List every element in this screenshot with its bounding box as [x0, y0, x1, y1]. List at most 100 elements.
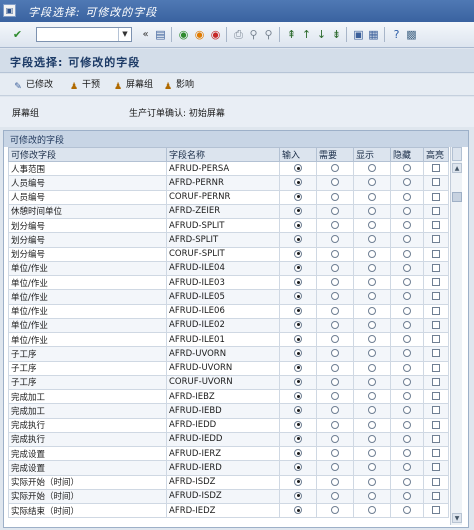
- column-header-field-label[interactable]: 可修改字段: [8, 147, 167, 162]
- input-radio[interactable]: [294, 178, 302, 187]
- hide-radio[interactable]: [403, 434, 411, 443]
- display-radio[interactable]: [368, 278, 376, 287]
- input-radio[interactable]: [294, 420, 302, 429]
- hide-radio[interactable]: [403, 477, 411, 486]
- required-radio[interactable]: [331, 349, 339, 358]
- required-radio[interactable]: [331, 221, 339, 230]
- required-radio[interactable]: [331, 235, 339, 244]
- input-radio[interactable]: [294, 292, 302, 301]
- highlight-checkbox[interactable]: [432, 235, 440, 244]
- required-radio[interactable]: [331, 406, 339, 415]
- hide-radio[interactable]: [403, 335, 411, 344]
- required-radio[interactable]: [331, 278, 339, 287]
- hide-radio[interactable]: [403, 491, 411, 500]
- enter-check-icon[interactable]: ✔: [10, 27, 25, 42]
- highlight-checkbox[interactable]: [432, 263, 440, 272]
- hide-radio[interactable]: [403, 392, 411, 401]
- customize-layout-icon[interactable]: ▩: [404, 27, 419, 42]
- highlight-checkbox[interactable]: [432, 463, 440, 472]
- display-radio[interactable]: [368, 477, 376, 486]
- create-shortcut-icon[interactable]: ▦: [366, 27, 381, 42]
- highlight-checkbox[interactable]: [432, 178, 440, 187]
- input-radio[interactable]: [294, 506, 302, 515]
- find-icon[interactable]: ⚲: [246, 27, 261, 42]
- hide-radio[interactable]: [403, 249, 411, 258]
- input-radio[interactable]: [294, 306, 302, 315]
- input-radio[interactable]: [294, 406, 302, 415]
- input-radio[interactable]: [294, 477, 302, 486]
- display-radio[interactable]: [368, 306, 376, 315]
- hide-radio[interactable]: [403, 164, 411, 173]
- display-radio[interactable]: [368, 392, 376, 401]
- modified-button[interactable]: ✎ 已修改: [12, 78, 53, 93]
- previous-page-icon[interactable]: ↑: [299, 27, 314, 42]
- hide-radio[interactable]: [403, 221, 411, 230]
- input-radio[interactable]: [294, 164, 302, 173]
- hide-radio[interactable]: [403, 235, 411, 244]
- input-radio[interactable]: [294, 221, 302, 230]
- display-radio[interactable]: [368, 192, 376, 201]
- required-radio[interactable]: [331, 178, 339, 187]
- vertical-scrollbar[interactable]: ▲ ▼: [450, 147, 462, 525]
- input-radio[interactable]: [294, 363, 302, 372]
- input-radio[interactable]: [294, 335, 302, 344]
- display-radio[interactable]: [368, 249, 376, 258]
- required-radio[interactable]: [331, 249, 339, 258]
- highlight-checkbox[interactable]: [432, 449, 440, 458]
- effect-button[interactable]: ♟ 影响: [162, 78, 194, 93]
- highlight-checkbox[interactable]: [432, 320, 440, 329]
- required-radio[interactable]: [331, 164, 339, 173]
- highlight-checkbox[interactable]: [432, 377, 440, 386]
- highlight-checkbox[interactable]: [432, 278, 440, 287]
- input-radio[interactable]: [294, 349, 302, 358]
- command-field[interactable]: ▼: [36, 27, 132, 42]
- column-header-required[interactable]: 需要: [316, 147, 354, 162]
- input-radio[interactable]: [294, 192, 302, 201]
- required-radio[interactable]: [331, 192, 339, 201]
- required-radio[interactable]: [331, 463, 339, 472]
- required-radio[interactable]: [331, 306, 339, 315]
- highlight-checkbox[interactable]: [432, 477, 440, 486]
- display-radio[interactable]: [368, 506, 376, 515]
- required-radio[interactable]: [331, 320, 339, 329]
- screen-group-button[interactable]: ♟ 屏幕组: [112, 78, 153, 93]
- highlight-checkbox[interactable]: [432, 349, 440, 358]
- hide-radio[interactable]: [403, 320, 411, 329]
- display-radio[interactable]: [368, 178, 376, 187]
- display-radio[interactable]: [368, 292, 376, 301]
- input-radio[interactable]: [294, 206, 302, 215]
- column-header-display[interactable]: 显示: [353, 147, 391, 162]
- last-page-icon[interactable]: ⇟: [329, 27, 344, 42]
- display-radio[interactable]: [368, 320, 376, 329]
- column-header-field-name[interactable]: 字段名称: [166, 147, 280, 162]
- scroll-down-icon[interactable]: ▼: [452, 513, 462, 523]
- required-radio[interactable]: [331, 506, 339, 515]
- display-radio[interactable]: [368, 406, 376, 415]
- input-radio[interactable]: [294, 463, 302, 472]
- input-radio[interactable]: [294, 263, 302, 272]
- highlight-checkbox[interactable]: [432, 392, 440, 401]
- required-radio[interactable]: [331, 292, 339, 301]
- required-radio[interactable]: [331, 392, 339, 401]
- highlight-checkbox[interactable]: [432, 363, 440, 372]
- hide-radio[interactable]: [403, 292, 411, 301]
- required-radio[interactable]: [331, 491, 339, 500]
- required-radio[interactable]: [331, 206, 339, 215]
- chevron-down-icon[interactable]: ▼: [118, 28, 131, 41]
- display-radio[interactable]: [368, 235, 376, 244]
- display-radio[interactable]: [368, 491, 376, 500]
- input-radio[interactable]: [294, 491, 302, 500]
- display-radio[interactable]: [368, 377, 376, 386]
- highlight-checkbox[interactable]: [432, 221, 440, 230]
- hide-radio[interactable]: [403, 377, 411, 386]
- cancel-icon[interactable]: ◉: [208, 27, 223, 42]
- input-radio[interactable]: [294, 377, 302, 386]
- back-icon[interactable]: ◉: [176, 27, 191, 42]
- highlight-checkbox[interactable]: [432, 406, 440, 415]
- intervene-button[interactable]: ♟ 干预: [68, 78, 100, 93]
- input-radio[interactable]: [294, 249, 302, 258]
- save-icon[interactable]: ▤: [153, 27, 168, 42]
- hide-radio[interactable]: [403, 449, 411, 458]
- highlight-checkbox[interactable]: [432, 206, 440, 215]
- required-radio[interactable]: [331, 335, 339, 344]
